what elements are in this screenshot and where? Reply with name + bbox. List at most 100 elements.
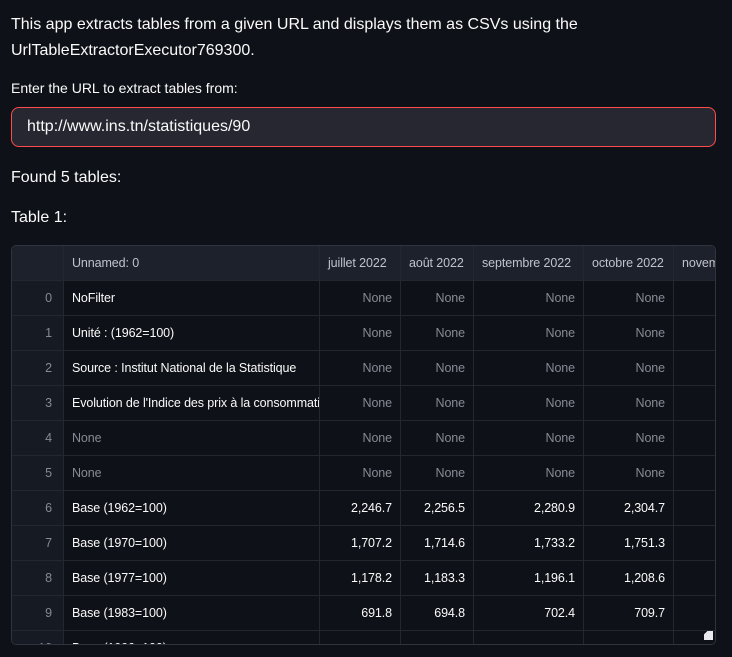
table-cell[interactable]: None [474,386,584,421]
table-cell[interactable]: 694.8 [401,596,474,631]
table-cell[interactable] [320,631,401,645]
table-cell[interactable] [674,316,716,351]
table-cell[interactable]: 2,256.5 [401,491,474,526]
app-description: This app extracts tables from a given UR… [11,12,716,64]
table-cell[interactable]: None [64,456,320,491]
index-column-header[interactable] [12,246,64,281]
row-index: 7 [12,526,64,561]
table-cell[interactable]: 1,178.2 [320,561,401,596]
table-cell[interactable] [584,631,674,645]
table-cell[interactable]: Base (1977=100) [64,561,320,596]
table-cell[interactable]: Source : Institut National de la Statist… [64,351,320,386]
table-cell[interactable]: 709.7 [584,596,674,631]
table-cell[interactable]: None [474,281,584,316]
table-cell[interactable]: None [584,421,674,456]
row-index: 4 [12,421,64,456]
table-cell[interactable] [674,421,716,456]
column-header[interactable]: octobre 2022 [584,246,674,281]
table-cell[interactable]: None [401,386,474,421]
table-cell[interactable]: None [401,316,474,351]
table-cell[interactable]: 1,733.2 [474,526,584,561]
table-row: 1Unité : (1962=100)NoneNoneNoneNone [12,316,716,351]
table-row: 8Base (1977=100)1,178.21,183.31,196.11,2… [12,561,716,596]
table-row: 0NoFilterNoneNoneNoneNone [12,281,716,316]
table-row: 3Evolution de l'Indice des prix à la con… [12,386,716,421]
table-cell[interactable]: Base (1962=100) [64,491,320,526]
table-cell[interactable] [674,526,716,561]
table-cell[interactable]: Evolution de l'Indice des prix à la cons… [64,386,320,421]
table-cell[interactable]: None [401,351,474,386]
dataframe-table: Unnamed: 0juillet 2022août 2022septembre… [12,246,716,645]
table-cell[interactable] [674,596,716,631]
dataframe[interactable]: Unnamed: 0juillet 2022août 2022septembre… [11,245,716,645]
table-cell[interactable]: 1,751.3 [584,526,674,561]
table-cell[interactable]: 1,196.1 [474,561,584,596]
table-cell[interactable] [674,456,716,491]
table-row: 7Base (1970=100)1,707.21,714.61,733.21,7… [12,526,716,561]
table-cell[interactable]: 702.4 [474,596,584,631]
table-cell[interactable] [474,631,584,645]
table-cell[interactable] [674,386,716,421]
table-cell[interactable]: None [474,351,584,386]
table-row: 5NoneNoneNoneNoneNone [12,456,716,491]
table-cell[interactable]: None [584,281,674,316]
header-row: Unnamed: 0juillet 2022août 2022septembre… [12,246,716,281]
table-cell[interactable]: Unité : (1962=100) [64,316,320,351]
table-cell[interactable]: 2,280.9 [474,491,584,526]
table-cell[interactable]: 2,304.7 [584,491,674,526]
table-cell[interactable] [674,491,716,526]
table-cell[interactable]: 1,183.3 [401,561,474,596]
table-cell[interactable]: None [320,316,401,351]
table-cell[interactable]: 1,714.6 [401,526,474,561]
table-cell[interactable]: Base (1990=100) [64,631,320,645]
table-row: 6Base (1962=100)2,246.72,256.52,280.92,3… [12,491,716,526]
table-row: 4NoneNoneNoneNoneNone [12,421,716,456]
table-cell[interactable]: None [584,351,674,386]
row-index: 6 [12,491,64,526]
table-cell[interactable]: 1,208.6 [584,561,674,596]
table-cell[interactable]: None [401,421,474,456]
url-input[interactable] [11,107,716,147]
table-cell[interactable]: 1,707.2 [320,526,401,561]
table-cell[interactable]: None [320,351,401,386]
row-index: 1 [12,316,64,351]
table-cell[interactable]: None [64,421,320,456]
column-header[interactable]: Unnamed: 0 [64,246,320,281]
table-cell[interactable]: None [584,386,674,421]
column-header[interactable]: septembre 2022 [474,246,584,281]
table-cell[interactable]: None [401,456,474,491]
table-cell[interactable]: None [320,281,401,316]
column-header[interactable]: août 2022 [401,246,474,281]
table-cell[interactable]: 691.8 [320,596,401,631]
table-row: 10Base (1990=100) [12,631,716,645]
table-cell[interactable]: Base (1983=100) [64,596,320,631]
row-index: 0 [12,281,64,316]
table-cell[interactable]: None [474,421,584,456]
table-cell[interactable]: None [320,456,401,491]
dataframe-body: 0NoFilterNoneNoneNoneNone1Unité : (1962=… [12,281,716,645]
table-row: 9Base (1983=100)691.8694.8702.4709.7 [12,596,716,631]
table-cell[interactable]: NoFilter [64,281,320,316]
row-index: 3 [12,386,64,421]
table-cell[interactable] [674,281,716,316]
table-cell[interactable]: 2,246.7 [320,491,401,526]
table-cell[interactable]: None [584,316,674,351]
table-cell[interactable] [674,561,716,596]
table-cell[interactable] [401,631,474,645]
url-input-label: Enter the URL to extract tables from: [11,80,716,97]
table-cell[interactable]: None [320,421,401,456]
column-header[interactable]: juillet 2022 [320,246,401,281]
table-title: Table 1: [11,205,716,231]
column-header[interactable]: novembre 2022 [674,246,716,281]
row-index: 5 [12,456,64,491]
table-cell[interactable]: None [474,456,584,491]
table-cell[interactable]: Base (1970=100) [64,526,320,561]
table-cell[interactable]: None [584,456,674,491]
table-cell[interactable]: None [474,316,584,351]
row-index: 9 [12,596,64,631]
table-cell[interactable]: None [320,386,401,421]
table-cell[interactable] [674,351,716,386]
table-cell[interactable]: None [401,281,474,316]
row-index: 10 [12,631,64,645]
row-index: 2 [12,351,64,386]
